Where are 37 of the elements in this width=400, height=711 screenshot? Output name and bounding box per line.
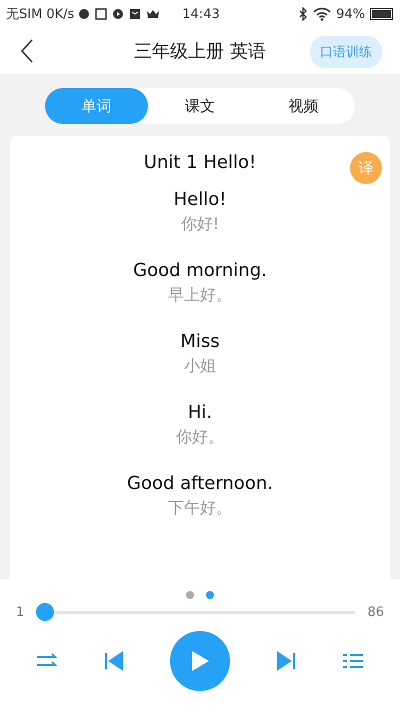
chinese-translation: 小姐 xyxy=(184,356,216,377)
english-word: Good morning. xyxy=(133,260,267,281)
play-icon xyxy=(190,650,210,672)
chinese-translation: 你好! xyxy=(180,214,220,235)
unit-title: Unit 1 Hello! xyxy=(144,152,256,173)
start-number: 1 xyxy=(16,604,24,620)
slider-thumb[interactable] xyxy=(36,603,54,621)
back-icon[interactable] xyxy=(20,39,34,63)
battery-percent: 94% xyxy=(336,6,365,22)
clock: 14:43 xyxy=(182,6,220,22)
english-word: Miss xyxy=(180,331,220,352)
previous-icon[interactable] xyxy=(103,651,125,671)
speaking-practice-button[interactable]: 口语训练 xyxy=(310,36,382,68)
crown-icon xyxy=(146,8,160,20)
chinese-translation: 早上好。 xyxy=(168,285,232,306)
tab[interactable]: 课文 xyxy=(148,88,252,124)
chinese-translation: 下午好。 xyxy=(168,498,232,519)
battery-icon xyxy=(370,8,394,20)
tab[interactable]: 视频 xyxy=(252,88,355,124)
mail-icon xyxy=(129,8,142,20)
bluetooth-icon xyxy=(298,7,308,21)
chinese-translation: 你好。 xyxy=(176,427,224,448)
list-icon[interactable] xyxy=(342,652,364,670)
notification-icon xyxy=(78,8,90,20)
end-number: 86 xyxy=(367,604,384,620)
tab[interactable]: 单词 xyxy=(45,88,148,124)
play-icon xyxy=(112,8,124,20)
translate-button[interactable]: 译 xyxy=(350,152,382,184)
english-word: Hi. xyxy=(188,402,212,423)
network-speed: 0K/s xyxy=(46,6,74,22)
notification-icon xyxy=(95,8,108,20)
wifi-icon xyxy=(313,7,332,21)
page-title: 三年级上册 英语 xyxy=(134,40,266,63)
next-icon[interactable] xyxy=(275,651,297,671)
carrier-text: 无SIM xyxy=(6,6,42,23)
english-word: Hello! xyxy=(174,189,226,210)
english-word: Good afternoon. xyxy=(127,473,273,494)
